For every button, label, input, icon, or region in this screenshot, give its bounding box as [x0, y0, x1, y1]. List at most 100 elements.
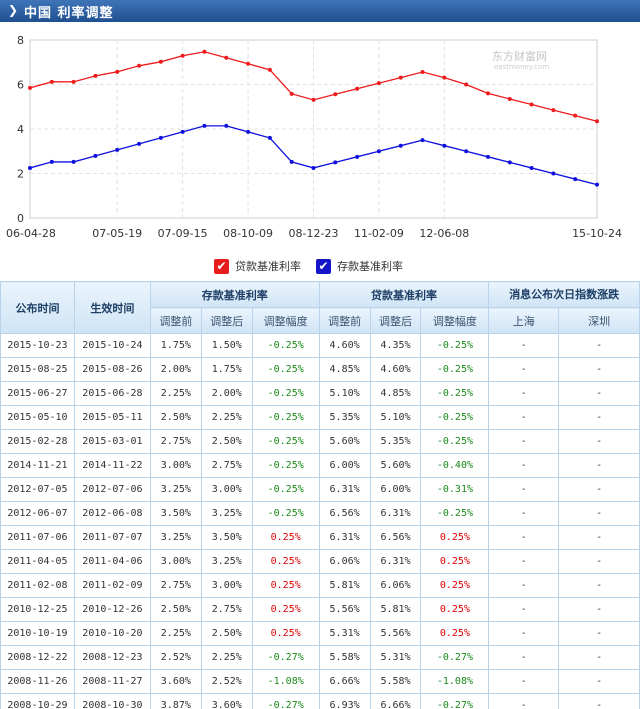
col-loan-rate: 贷款基准利率: [318, 281, 490, 308]
table-cell: -0.27%: [420, 645, 490, 670]
table-cell: 2.25%: [149, 381, 202, 406]
checkbox-checked-icon[interactable]: ✔: [214, 258, 229, 274]
table-cell: -0.25%: [251, 357, 320, 382]
table-cell: -0.27%: [251, 693, 320, 709]
table-row: 2015-02-28 2015-03-01 2.75% 2.50% -0.25% 5.60…: [0, 429, 640, 454]
table-cell: -0.25%: [251, 429, 320, 454]
legend-item-deposit[interactable]: ✔ 存款基准利率: [316, 256, 403, 276]
x-tick-label: 07-09-15: [158, 227, 208, 240]
data-point: [595, 119, 599, 124]
table-cell: 2015-10-24: [73, 333, 151, 358]
data-point: [311, 165, 316, 170]
table-cell: 3.25%: [200, 501, 253, 526]
table-cell: -0.25%: [420, 357, 490, 382]
x-tick-label: 06-04-28: [6, 227, 56, 240]
table-cell: 2010-10-19: [0, 621, 75, 646]
table-cell: -0.25%: [251, 477, 320, 502]
table-cell: 6.31%: [318, 525, 371, 550]
table-cell: 2.50%: [200, 621, 253, 646]
table-cell: 5.10%: [369, 405, 422, 430]
table-cell: -: [488, 693, 560, 709]
rate-chart: 0 2 4 6 8 06-04-28 07-05-19 07-09-15 08-10-09 08-…: [6, 34, 622, 240]
table-row: 2015-08-25 2015-08-26 2.00% 1.75% -0.25% 4.85…: [0, 357, 640, 382]
col-shenzhen: 深圳: [558, 307, 640, 334]
table-cell: 2.25%: [200, 645, 253, 670]
table-cell: 1.75%: [200, 357, 253, 382]
table-cell: 3.25%: [200, 549, 253, 574]
data-point: [442, 75, 447, 80]
data-point: [464, 149, 469, 154]
table-cell: 0.25%: [420, 573, 490, 598]
data-point: [573, 113, 578, 118]
table-cell: 0.25%: [420, 597, 490, 622]
page-title: 中国 利率调整: [24, 6, 114, 21]
table-cell: 6.56%: [369, 525, 422, 550]
table-cell: -0.25%: [251, 453, 320, 478]
table-cell: 2.75%: [200, 597, 253, 622]
data-point: [115, 69, 120, 74]
table-cell: 2010-10-20: [73, 621, 151, 646]
data-point: [224, 123, 229, 128]
table-cell: 6.66%: [318, 669, 371, 694]
y-tick-label: 6: [17, 79, 24, 92]
data-point: [311, 97, 316, 102]
table-cell: -: [558, 573, 640, 598]
data-point: [420, 138, 425, 143]
table-cell: 2.25%: [200, 405, 253, 430]
table-cell: 0.25%: [420, 549, 490, 574]
chevron-right-icon: ❯: [8, 3, 19, 17]
table-cell: -: [558, 525, 640, 550]
table-cell: 2008-12-23: [73, 645, 151, 670]
table-cell: 2010-12-25: [0, 597, 75, 622]
table-cell: 2011-02-09: [73, 573, 151, 598]
data-point: [485, 91, 490, 96]
table-row: 2011-04-05 2011-04-06 3.00% 3.25% 0.25% 6.06%…: [0, 549, 640, 574]
chart-legend: ✔ 贷款基准利率 ✔ 存款基准利率: [0, 256, 640, 276]
table-cell: 2.75%: [149, 429, 202, 454]
table-cell: 2015-05-11: [73, 405, 151, 430]
data-point: [529, 102, 534, 107]
table-row: 2012-07-05 2012-07-06 3.25% 3.00% -0.25% 6.31…: [0, 477, 640, 502]
legend-item-loan[interactable]: ✔ 贷款基准利率: [214, 256, 301, 276]
table-cell: 2011-07-06: [0, 525, 75, 550]
table-cell: -1.08%: [420, 669, 490, 694]
table-row: 2014-11-21 2014-11-22 3.00% 2.75% -0.25% 6.00…: [0, 453, 640, 478]
data-point: [137, 141, 142, 146]
table-cell: 2015-08-26: [73, 357, 151, 382]
data-point: [551, 108, 556, 113]
legend-label-loan: 贷款基准利率: [235, 260, 301, 273]
table-cell: -: [488, 381, 560, 406]
title-bar: ❯ 中国 利率调整: [0, 0, 640, 22]
col-deposit-after: 调整后: [200, 307, 253, 334]
table-cell: 2.25%: [149, 621, 202, 646]
table-row: 2015-05-10 2015-05-11 2.50% 2.25% -0.25% 5.35…: [0, 405, 640, 430]
data-point: [202, 49, 207, 54]
table-row: 2012-06-07 2012-06-08 3.50% 3.25% -0.25% 6.56…: [0, 501, 640, 526]
table-cell: -: [558, 621, 640, 646]
data-point: [442, 143, 447, 148]
table-cell: 2014-11-21: [0, 453, 75, 478]
table-cell: 3.00%: [200, 477, 253, 502]
checkbox-checked-icon[interactable]: ✔: [316, 258, 331, 274]
table-cell: 2.52%: [149, 645, 202, 670]
table-cell: 5.81%: [318, 573, 371, 598]
table-cell: -: [488, 645, 560, 670]
data-point: [355, 86, 360, 91]
table-cell: 2.75%: [149, 573, 202, 598]
table-cell: 2012-06-07: [0, 501, 75, 526]
legend-label-deposit: 存款基准利率: [337, 260, 403, 273]
table-cell: -: [488, 525, 560, 550]
table-cell: -0.25%: [420, 429, 490, 454]
table-cell: 2008-11-27: [73, 669, 151, 694]
table-cell: 6.00%: [318, 453, 371, 478]
table-row: 2010-12-25 2010-12-26 2.50% 2.75% 0.25% 5.56%…: [0, 597, 640, 622]
table-cell: 2.75%: [200, 453, 253, 478]
data-point: [507, 160, 512, 165]
table-cell: 2012-06-08: [73, 501, 151, 526]
data-point: [420, 70, 425, 75]
table-cell: 0.25%: [420, 621, 490, 646]
table-cell: 4.85%: [369, 381, 422, 406]
table-cell: 3.00%: [200, 573, 253, 598]
data-point: [246, 61, 251, 66]
table-cell: -0.25%: [251, 405, 320, 430]
